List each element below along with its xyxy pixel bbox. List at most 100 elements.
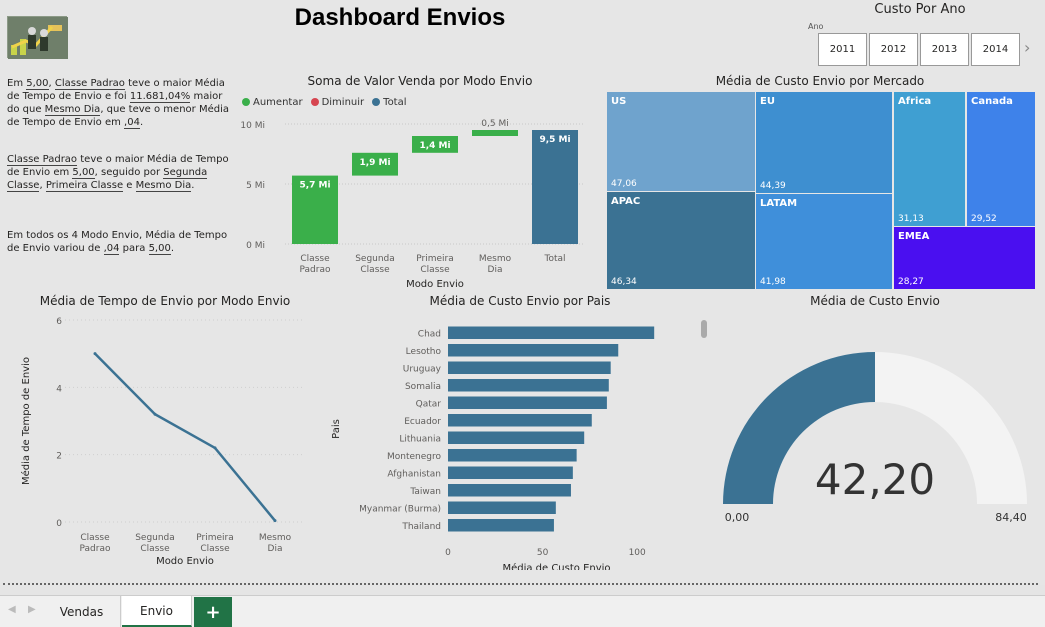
data-label: 1,9 Mi bbox=[359, 158, 390, 168]
y-tick-label: Chad bbox=[418, 329, 441, 339]
treemap-tile-us[interactable]: US 47,06 bbox=[607, 92, 755, 191]
narrative-paragraph-2: Classe Padrao teve o maior Média de Temp… bbox=[7, 154, 229, 192]
treemap-tile-latam[interactable]: LATAM 41,98 bbox=[756, 194, 892, 289]
y-tick-label: Somalia bbox=[405, 382, 441, 392]
slicer-title: Custo Por Ano bbox=[874, 2, 966, 17]
x-tick-label: Segunda bbox=[355, 254, 395, 264]
year-button-2011[interactable]: 2011 bbox=[818, 33, 867, 66]
hbar-bar bbox=[448, 449, 577, 462]
hbar-bar bbox=[448, 379, 609, 392]
waterfall-title: Soma de Valor Venda por Modo Envio bbox=[307, 74, 533, 88]
year-button-2012[interactable]: 2012 bbox=[869, 33, 918, 66]
narrative-paragraph-1: Em 5,00, Classe Padrao teve o maior Médi… bbox=[7, 78, 229, 129]
x-tick-label: Dia bbox=[488, 265, 503, 275]
slicer-label: Ano bbox=[808, 22, 824, 31]
treemap-tile-apac[interactable]: APAC 46,34 bbox=[607, 192, 755, 289]
x-axis-title: Modo Envio bbox=[156, 556, 214, 567]
gauge-max-label: 84,40 bbox=[995, 511, 1027, 524]
chevron-right-icon[interactable]: ▶ bbox=[28, 604, 36, 615]
legend-swatch bbox=[242, 98, 250, 106]
line-point bbox=[153, 412, 157, 416]
y-tick-label: 2 bbox=[56, 452, 62, 462]
x-tick-label: Primeira bbox=[196, 533, 234, 543]
legend-item-total: Total bbox=[372, 97, 407, 108]
x-tick-label: Dia bbox=[268, 544, 283, 554]
y-tick-label: 10 Mi bbox=[240, 121, 265, 131]
y-axis-title: Pais bbox=[331, 419, 342, 439]
y-tick-label: Uruguay bbox=[403, 364, 442, 374]
chevron-left-icon[interactable]: ◀ bbox=[8, 604, 16, 615]
waterfall-bar bbox=[472, 130, 518, 136]
x-tick-label: Classe bbox=[140, 544, 170, 554]
treemap-chart: US 47,06 APAC 46,34 EU 44,39 LATAM 41,98 Afr… bbox=[607, 92, 1037, 289]
x-tick-label: Mesmo bbox=[259, 533, 292, 543]
year-slicer: 2011 2012 2013 2014 bbox=[818, 33, 1020, 66]
hbar-bar bbox=[448, 361, 611, 374]
x-tick-label: Classe bbox=[360, 265, 390, 275]
hbar-bar bbox=[448, 484, 571, 497]
y-tick-label: Ecuador bbox=[404, 417, 441, 427]
narrative-paragraph-3: Em todos os 4 Modo Envio, Média de Tempo… bbox=[7, 230, 228, 255]
logo-image bbox=[7, 16, 68, 59]
x-tick-label: 50 bbox=[537, 548, 549, 558]
y-tick-label: 5 Mi bbox=[246, 181, 265, 191]
data-label: 0,5 Mi bbox=[481, 119, 508, 129]
hbar-bar bbox=[448, 466, 573, 479]
hbar-chart: Chad Lesotho Uruguay Somalia Qatar Ecuador Lit… bbox=[331, 326, 655, 570]
year-button-2014[interactable]: 2014 bbox=[971, 33, 1020, 66]
line-point bbox=[213, 446, 217, 450]
y-tick-label: Thailand bbox=[401, 522, 441, 532]
legend-item-decrease: Diminuir bbox=[310, 97, 364, 108]
treemap-tile-africa[interactable]: Africa 31,13 bbox=[894, 92, 965, 226]
line-point bbox=[93, 352, 97, 356]
chevron-right-icon[interactable]: › bbox=[1024, 38, 1030, 57]
x-tick-label: Padrao bbox=[300, 265, 331, 275]
canvas-bottom-divider bbox=[3, 583, 1038, 585]
line-chart: 0246ClassePadraoSegundaClassePrimeiraCla… bbox=[20, 317, 305, 567]
data-label: 1,4 Mi bbox=[419, 141, 450, 151]
y-tick-label: 4 bbox=[56, 384, 62, 394]
legend-swatch bbox=[310, 98, 319, 106]
hbar-bar bbox=[448, 344, 619, 357]
data-label: 9,5 Mi bbox=[539, 135, 570, 145]
scrollbar-thumb[interactable] bbox=[701, 320, 707, 338]
gauge-title: Média de Custo Envio bbox=[810, 294, 940, 308]
waterfall-bar bbox=[532, 130, 578, 244]
y-tick-label: 0 Mi bbox=[246, 241, 265, 251]
hbar-chart-title: Média de Custo Envio por Pais bbox=[429, 294, 611, 308]
data-label: 5,7 Mi bbox=[299, 181, 330, 191]
treemap-tile-canada[interactable]: Canada 29,52 bbox=[967, 92, 1035, 226]
x-tick-label: Total bbox=[543, 254, 565, 264]
waterfall-legend: Aumentar Diminuir Total bbox=[242, 97, 407, 108]
x-tick-label: Mesmo bbox=[479, 254, 512, 264]
tab-envio[interactable]: Envio bbox=[122, 596, 192, 627]
page-title: Dashboard Envios bbox=[294, 4, 506, 31]
x-tick-label: Padrao bbox=[80, 544, 111, 554]
y-tick-label: Afghanistan bbox=[387, 469, 441, 479]
y-axis-title: Média de Tempo de Envio bbox=[20, 357, 32, 485]
hbar-bar bbox=[448, 519, 554, 532]
x-tick-label: Classe bbox=[420, 265, 450, 275]
legend-item-increase: Aumentar bbox=[242, 97, 303, 108]
x-tick-label: Classe bbox=[80, 533, 110, 543]
add-page-button[interactable]: + bbox=[194, 597, 232, 627]
gauge-chart: 42,20 0,00 84,40 bbox=[723, 352, 1027, 524]
year-button-2013[interactable]: 2013 bbox=[920, 33, 969, 66]
growth-chart-icon bbox=[8, 17, 68, 59]
treemap-tile-emea[interactable]: EMEA 28,27 bbox=[894, 227, 1035, 289]
gauge-value: 42,20 bbox=[815, 455, 935, 504]
tab-vendas[interactable]: Vendas bbox=[43, 596, 121, 627]
treemap-tile-eu[interactable]: EU 44,39 bbox=[756, 92, 892, 193]
x-tick-label: 0 bbox=[445, 548, 451, 558]
hbar-bar bbox=[448, 431, 585, 444]
treemap-title: Média de Custo Envio por Mercado bbox=[715, 74, 925, 88]
hbar-bar bbox=[448, 414, 592, 427]
hbar-bar bbox=[448, 501, 556, 514]
x-tick-label: Primeira bbox=[416, 254, 454, 264]
y-tick-label: 0 bbox=[56, 519, 62, 529]
legend-swatch bbox=[372, 98, 381, 106]
y-tick-label: Taiwan bbox=[409, 487, 441, 497]
line-chart-title: Média de Tempo de Envio por Modo Envio bbox=[39, 294, 291, 308]
gauge-min-label: 0,00 bbox=[725, 511, 750, 524]
y-tick-label: Lithuania bbox=[399, 434, 441, 444]
